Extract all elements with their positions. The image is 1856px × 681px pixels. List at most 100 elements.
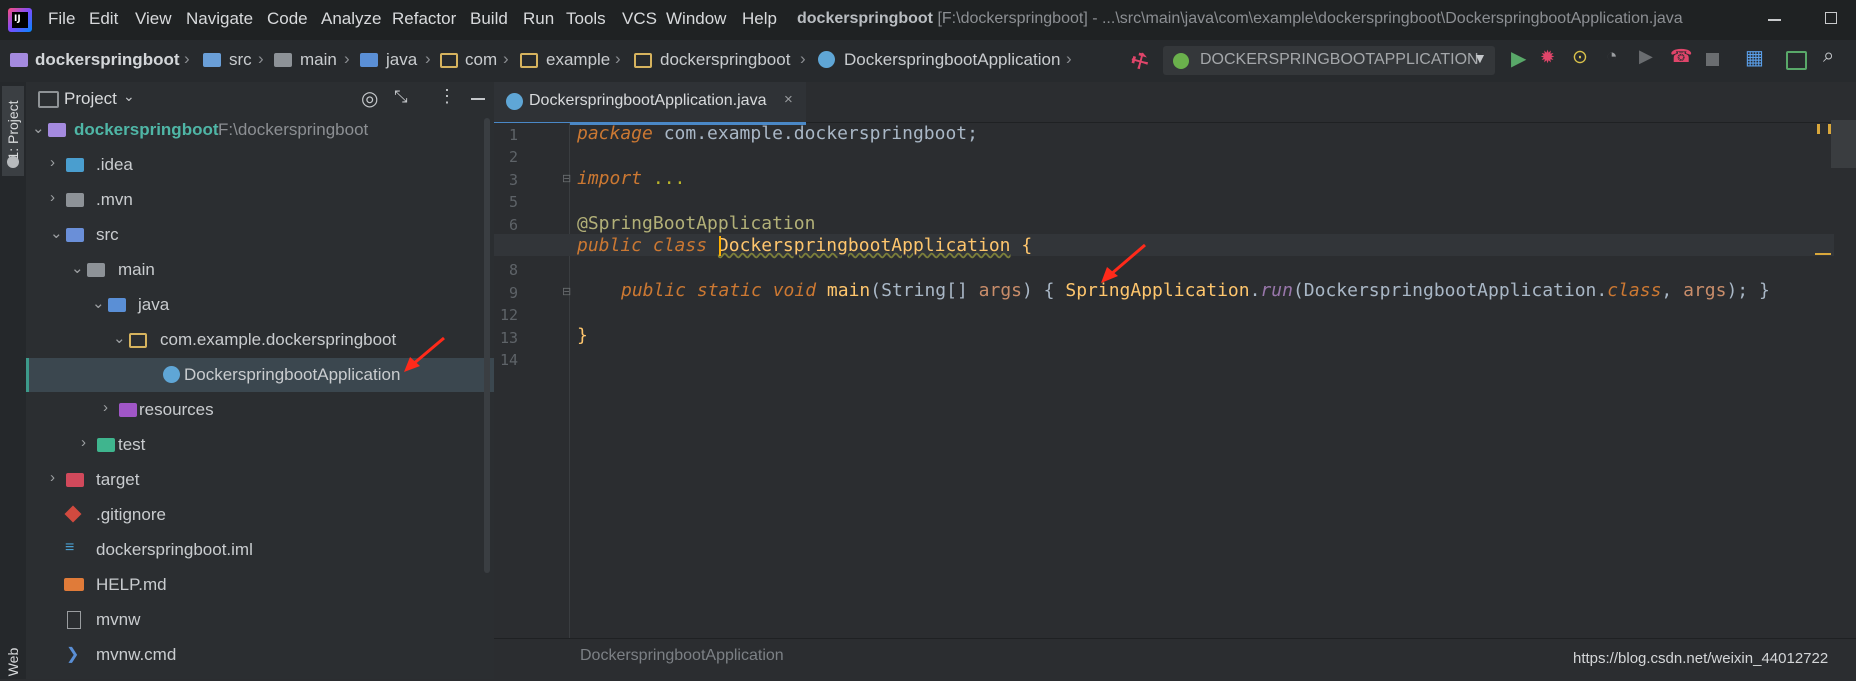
attach-debugger-icon[interactable]: ☎ [1670, 46, 1692, 67]
code-line-7[interactable]: public class DockerspringbootApplication… [577, 235, 1032, 256]
menu-window[interactable]: Window [666, 9, 726, 29]
tree-item-mvn[interactable]: › .mvn [26, 183, 494, 217]
idea-folder-icon [66, 158, 84, 172]
inspection-warning-icon[interactable] [1817, 124, 1831, 134]
tree-item-label: com.example.dockerspringboot [160, 330, 397, 349]
breadcrumb-class[interactable]: DockerspringbootApplication [844, 50, 1060, 70]
menu-view[interactable]: View [135, 9, 172, 29]
chevron-down-icon[interactable]: ⌄ [50, 224, 63, 242]
fold-icon[interactable]: ⊟ [562, 285, 571, 298]
project-structure-icon[interactable]: ▦ [1745, 45, 1764, 70]
cmd-file-icon: ❯ [66, 646, 80, 663]
debug-icon[interactable]: ✹ [1540, 47, 1555, 68]
menu-vcs[interactable]: VCS [622, 9, 657, 29]
annotation-arrow-icon [404, 336, 445, 372]
tree-item-idea[interactable]: › .idea [26, 148, 494, 182]
run-config-select[interactable]: DOCKERSPRINGBOOTAPPLICATION ▼ [1163, 46, 1495, 75]
restore-icon[interactable] [1825, 12, 1837, 24]
tab-main-class[interactable]: DockerspringbootApplication.java × [494, 82, 806, 125]
tree-item-mvnw[interactable]: mvnw [26, 603, 494, 637]
coverage-icon[interactable]: ⊙ [1572, 46, 1588, 69]
menu-navigate[interactable]: Navigate [186, 9, 253, 29]
breadcrumb-src[interactable]: src [229, 50, 252, 70]
breadcrumb-main[interactable]: main [300, 50, 337, 70]
menu-run[interactable]: Run [523, 9, 554, 29]
run-disabled-icon[interactable]: ▶ [1639, 46, 1653, 67]
chevron-right-icon[interactable]: › [50, 154, 55, 171]
hide-panel-icon[interactable] [471, 98, 485, 100]
chevron-right-icon[interactable]: › [81, 434, 86, 451]
minimap[interactable] [1831, 120, 1856, 168]
warning-stripe-icon[interactable] [1815, 253, 1831, 255]
tree-item-root[interactable]: ⌄ dockerspringboot F:\dockerspringboot [26, 113, 494, 147]
annotation-arrow-icon [1101, 243, 1146, 283]
chevron-down-icon[interactable]: ⌄ [32, 119, 45, 137]
menu-edit[interactable]: Edit [89, 9, 118, 29]
fold-icon[interactable]: ⊟ [562, 172, 571, 185]
tree-item-label: main [118, 260, 155, 279]
run-icon[interactable]: ▶ [1511, 46, 1526, 71]
breadcrumb-separator-icon: › [344, 49, 350, 68]
breadcrumb-project[interactable]: dockerspringboot [35, 50, 180, 70]
tree-item-target[interactable]: › target [26, 463, 494, 497]
code-line-13[interactable]: } [577, 325, 588, 346]
tree-item-src[interactable]: ⌄ src [26, 218, 494, 252]
chevron-right-icon[interactable]: › [50, 189, 55, 206]
menu-build[interactable]: Build [470, 9, 508, 29]
editor-tab-bar: DockerspringbootApplication.java × [494, 82, 1856, 125]
folder-icon [66, 193, 84, 207]
tree-item-test[interactable]: › test [26, 428, 494, 462]
tree-item-gitignore[interactable]: .gitignore [26, 498, 494, 532]
tree-item-help-md[interactable]: HELP.md [26, 568, 494, 602]
code-line-6[interactable]: @SpringBootApplication [577, 213, 815, 234]
line-number: 8 [508, 261, 518, 279]
stop-icon[interactable] [1706, 53, 1719, 66]
code-line-3[interactable]: import ... [577, 168, 685, 189]
chevron-down-icon[interactable]: ⌄ [123, 88, 135, 105]
project-scrollbar[interactable] [484, 118, 490, 573]
menu-help[interactable]: Help [742, 9, 777, 29]
collapse-all-icon[interactable]: ⤡ [394, 87, 408, 107]
locate-file-icon[interactable]: ◎ [361, 86, 378, 111]
menu-tools[interactable]: Tools [566, 9, 606, 29]
build-hammer-icon[interactable]: ⚒ [1126, 46, 1154, 77]
code-line-1[interactable]: package com.example.dockerspringboot; [577, 123, 978, 144]
chevron-down-icon[interactable]: ⌄ [92, 294, 105, 312]
more-options-icon[interactable]: ⋮ [438, 86, 456, 107]
profile-icon[interactable]: ◔ [1606, 46, 1617, 68]
tree-item-resources[interactable]: › resources [26, 393, 494, 427]
source-folder-icon [66, 228, 84, 242]
module-folder-icon [48, 123, 66, 137]
line-number: 13 [499, 329, 518, 347]
chevron-down-icon[interactable]: ⌄ [113, 329, 126, 347]
minimize-icon[interactable] [1768, 19, 1781, 21]
breadcrumb-example[interactable]: example [546, 50, 610, 70]
menu-refactor[interactable]: Refactor [392, 9, 456, 29]
tree-item-root-path: F:\dockerspringboot [218, 120, 369, 139]
editor-breadcrumb-item[interactable]: DockerspringbootApplication [580, 647, 784, 665]
close-icon[interactable]: × [784, 91, 793, 108]
project-view-select[interactable]: Project [64, 89, 117, 109]
folder-icon [87, 263, 105, 277]
tree-item-label: mvnw.cmd [96, 645, 177, 664]
tree-item-mvnw-cmd[interactable]: ❯ mvnw.cmd [26, 638, 494, 672]
chevron-down-icon[interactable]: ⌄ [71, 259, 84, 277]
menu-code[interactable]: Code [267, 9, 308, 29]
chevron-right-icon[interactable]: › [103, 399, 108, 416]
web-tool-tab[interactable]: Web [2, 642, 24, 679]
tree-item-label: dockerspringboot.iml [96, 540, 253, 559]
breadcrumb-java[interactable]: java [386, 50, 417, 70]
terminal-icon[interactable] [1786, 51, 1807, 70]
breadcrumb-com[interactable]: com [465, 50, 497, 70]
breadcrumb-dockerspringboot[interactable]: dockerspringboot [660, 50, 790, 70]
tree-item-iml[interactable]: ≡ dockerspringboot.iml [26, 533, 494, 567]
code-line-9[interactable]: public static void main(String[] args) {… [621, 280, 1770, 301]
tree-item-main[interactable]: ⌄ main [26, 253, 494, 287]
tree-item-java[interactable]: ⌄ java [26, 288, 494, 322]
line-number: 3 [508, 171, 518, 189]
menu-file[interactable]: File [48, 9, 75, 29]
chevron-right-icon[interactable]: › [50, 469, 55, 486]
menu-analyze[interactable]: Analyze [321, 9, 381, 29]
search-icon[interactable]: ⌕ [1823, 45, 1834, 68]
intellij-logo-icon[interactable]: IJ [8, 8, 32, 32]
